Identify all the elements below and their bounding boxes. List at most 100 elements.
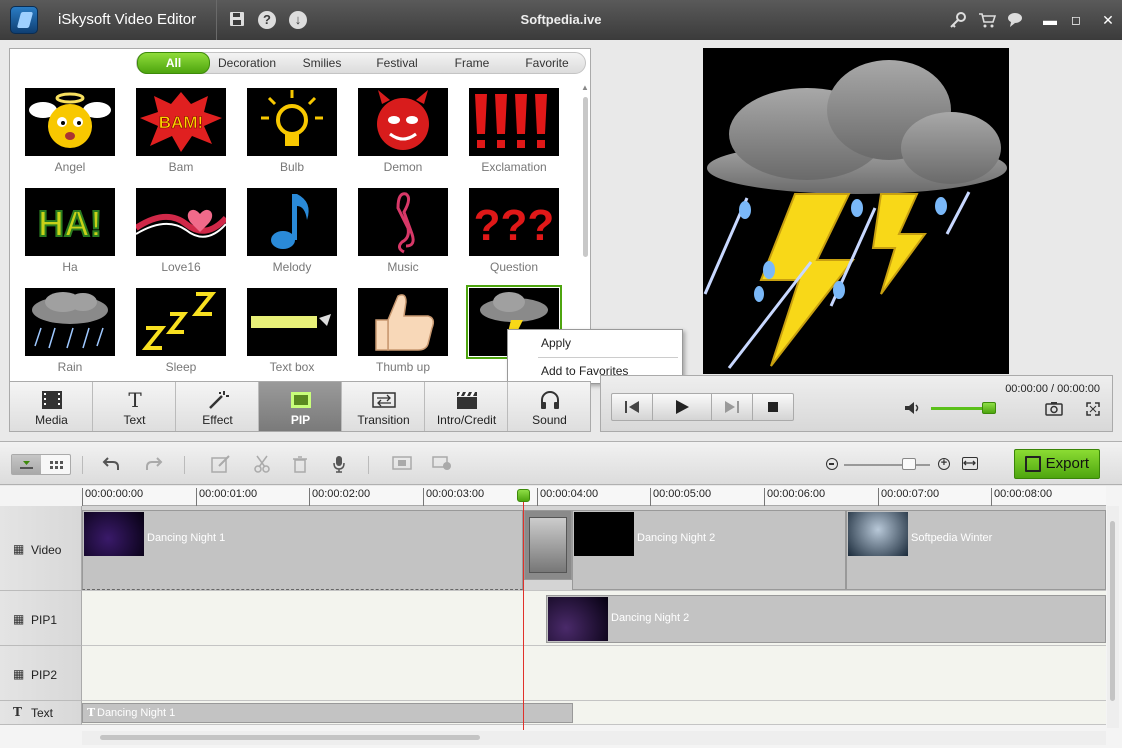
tab-intro-credit[interactable]: Intro/Credit [425,382,508,431]
title-bar: iSkysoft Video Editor ? ↓ Softpedia.ive … [0,0,1122,40]
transition-clip[interactable] [524,510,572,580]
help-icon[interactable]: ? [258,11,276,29]
settings-icon[interactable] [431,455,453,473]
undo-icon[interactable] [100,455,122,473]
playhead-handle[interactable] [517,489,530,502]
timeline-view-button[interactable] [12,455,41,474]
timeline-horizontal-scrollbar[interactable] [82,731,1106,745]
filter-favorite[interactable]: Favorite [517,53,577,73]
thumb-text-box[interactable] [247,288,337,356]
ruler-tick: 00:00:02:00 [309,488,370,506]
zoom-in-icon[interactable]: + [938,458,950,470]
save-icon[interactable] [228,11,246,29]
zoom-knob[interactable] [902,458,916,470]
apply-menu-item[interactable]: Apply [541,336,571,350]
thumb-rain[interactable] [25,288,115,356]
export-icon [1025,456,1041,472]
cut-icon[interactable] [251,455,273,473]
export-button[interactable]: Export [1014,449,1100,479]
tab-transition[interactable]: Transition [342,382,425,431]
edit-icon[interactable] [210,455,232,473]
volume-icon[interactable] [904,401,920,415]
track-pip2[interactable] [82,646,1106,701]
chat-icon[interactable] [1007,11,1025,29]
tab-effect[interactable]: Effect [176,382,259,431]
library-scrollbar[interactable]: ▲ [581,83,590,313]
view-toggle [11,454,71,475]
delete-icon[interactable] [289,455,311,473]
thumb-exclamation[interactable] [469,88,559,156]
thumb-sleep[interactable] [136,288,226,356]
text-clip[interactable]: T Dancing Night 1 [82,703,573,723]
video-clip[interactable]: Dancing Night 2 [572,510,846,590]
tab-text[interactable]: T Text [93,382,176,431]
download-icon[interactable]: ↓ [289,11,307,29]
pip-icon: ▦ [13,667,25,681]
pip-clip[interactable]: Dancing Night 2 [546,595,1106,643]
tab-label: Effect [202,413,233,427]
thumb-question[interactable]: ??? [469,188,559,256]
thumb-love16[interactable] [136,188,226,256]
timeline-vertical-scrollbar[interactable] [1107,506,1119,728]
key-icon[interactable] [949,11,967,29]
storyboard-view-button[interactable] [42,455,71,474]
app-title: iSkysoft Video Editor [58,11,197,28]
stop-button[interactable] [752,393,794,421]
prev-frame-button[interactable] [611,393,653,421]
crop-icon[interactable] [391,455,413,473]
zoom-out-icon[interactable] [826,458,838,470]
maximize-button[interactable]: ◻ [1066,10,1086,30]
filter-smilies[interactable]: Smilies [292,53,352,73]
thumb-music[interactable] [358,188,448,256]
question-text: ??? [474,201,555,250]
film-icon: ▦ [13,542,25,556]
next-frame-button[interactable] [711,393,753,421]
redo-icon[interactable] [143,455,165,473]
headphones-icon [538,390,562,410]
thumb-label: Question [489,260,539,274]
scroll-up-icon[interactable]: ▲ [581,83,589,92]
playhead[interactable] [523,495,524,730]
fullscreen-icon[interactable] [1086,402,1100,416]
bam-text: BAM! [159,113,203,132]
time-ruler[interactable]: 00:00:00:00 00:00:01:00 00:00:02:00 00:0… [82,486,1106,506]
thumb-bulb[interactable] [247,88,337,156]
clip-thumbnail [848,512,908,556]
volume-slider[interactable] [931,407,989,410]
text-icon: T [87,706,96,719]
track-video[interactable]: Dancing Night 1 Dancing Night 2 Softpedi… [82,506,1106,591]
scroll-thumb[interactable] [100,735,480,740]
fit-timeline-icon[interactable] [962,457,978,470]
filter-festival[interactable]: Festival [367,53,427,73]
filter-frame[interactable]: Frame [442,53,502,73]
thumb-bam[interactable]: BAM! [136,88,226,156]
close-button[interactable]: ✕ [1098,10,1118,30]
play-button[interactable] [652,393,712,421]
thumb-thumb-up[interactable] [358,288,448,356]
tab-media[interactable]: Media [10,382,93,431]
video-clip[interactable]: Dancing Night 1 [82,510,523,590]
thumb-angel[interactable] [25,88,115,156]
thumb-melody[interactable] [247,188,337,256]
thumb-label: Ha [62,260,78,274]
filter-all[interactable]: All [137,52,210,74]
cart-icon[interactable] [978,11,997,29]
thumb-ha[interactable]: HA! [25,188,115,256]
zoom-slider[interactable] [844,464,930,466]
filter-decoration[interactable]: Decoration [212,53,282,73]
timeline-toolbar: + Export [0,441,1122,485]
tab-sound[interactable]: Sound [508,382,591,431]
ruler-tick: 00:00:08:00 [991,488,1052,506]
thumb-demon[interactable] [358,88,448,156]
scroll-thumb[interactable] [1110,521,1115,701]
clip-name: Dancing Night 1 [147,532,226,544]
microphone-icon[interactable] [328,455,350,473]
minimize-button[interactable]: ▬ [1040,10,1060,30]
video-clip[interactable]: Softpedia Winter [846,510,1106,590]
snapshot-icon[interactable] [1045,401,1063,417]
scroll-thumb[interactable] [583,97,588,257]
track-pip1[interactable]: Dancing Night 2 [82,591,1106,646]
volume-knob[interactable] [982,402,996,414]
tab-pip[interactable]: PIP [259,382,342,431]
track-text[interactable]: T Dancing Night 1 [82,701,1106,725]
